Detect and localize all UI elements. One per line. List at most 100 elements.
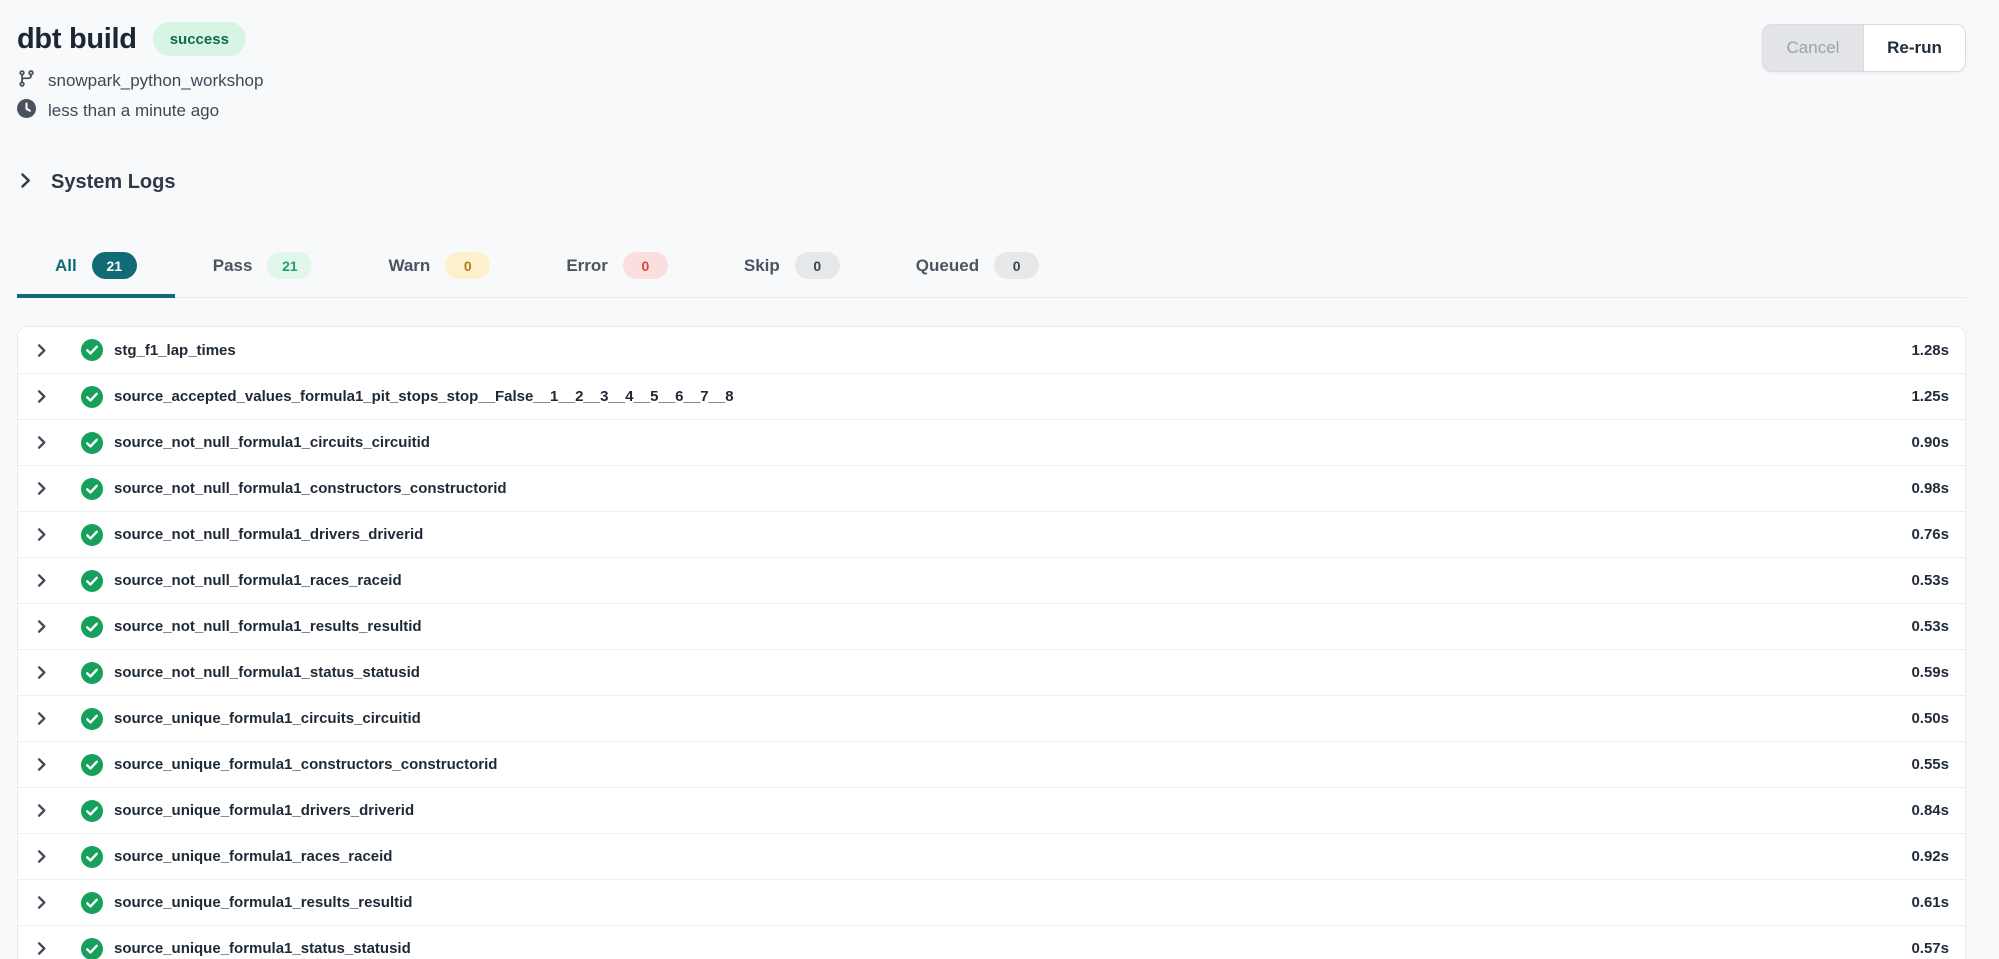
rerun-button[interactable]: Re-run — [1864, 25, 1965, 71]
run-actions: Cancel Re-run — [1762, 24, 1966, 72]
chevron-right-icon[interactable] — [34, 573, 54, 588]
chevron-right-icon[interactable] — [34, 481, 54, 496]
tabs: All 21 Pass 21 Warn 0 Error 0 Skip 0 Que… — [17, 246, 1966, 298]
run-meta: snowpark_python_workshop less than a min… — [17, 69, 263, 123]
time-row: less than a minute ago — [17, 99, 263, 123]
tab-count-badge: 0 — [795, 252, 840, 279]
system-logs-label: System Logs — [51, 171, 175, 194]
tab-count-badge: 0 — [994, 252, 1039, 279]
row-name: source_unique_formula1_circuits_circuiti… — [114, 710, 421, 727]
result-row[interactable]: source_unique_formula1_drivers_driverid … — [18, 787, 1965, 833]
tab-label: Warn — [388, 256, 430, 276]
success-check-icon — [81, 339, 103, 361]
result-row[interactable]: source_unique_formula1_results_resultid … — [18, 879, 1965, 925]
tab-error[interactable]: Error 0 — [528, 246, 706, 298]
result-row[interactable]: source_unique_formula1_races_raceid 0.92… — [18, 833, 1965, 879]
chevron-right-icon[interactable] — [34, 803, 54, 818]
chevron-right-icon[interactable] — [34, 757, 54, 772]
chevron-right-icon[interactable] — [34, 527, 54, 542]
tab-label: Queued — [916, 256, 979, 276]
row-name: source_not_null_formula1_races_raceid — [114, 572, 402, 589]
row-duration: 1.28s — [1911, 342, 1949, 359]
result-row[interactable]: source_not_null_formula1_circuits_circui… — [18, 419, 1965, 465]
success-check-icon — [81, 478, 103, 500]
result-row[interactable]: source_not_null_formula1_constructors_co… — [18, 465, 1965, 511]
success-check-icon — [81, 892, 103, 914]
result-row[interactable]: source_unique_formula1_constructors_cons… — [18, 741, 1965, 787]
row-duration: 0.55s — [1911, 756, 1949, 773]
chevron-right-icon[interactable] — [34, 665, 54, 680]
row-duration: 0.92s — [1911, 848, 1949, 865]
git-branch-icon — [17, 69, 36, 93]
row-duration: 0.90s — [1911, 434, 1949, 451]
row-duration: 0.53s — [1911, 572, 1949, 589]
row-name: source_not_null_formula1_status_statusid — [114, 664, 420, 681]
tab-label: All — [55, 256, 77, 276]
chevron-right-icon[interactable] — [34, 435, 54, 450]
row-name: source_not_null_formula1_drivers_driveri… — [114, 526, 423, 543]
chevron-right-icon[interactable] — [34, 895, 54, 910]
row-name: source_accepted_values_formula1_pit_stop… — [114, 388, 734, 405]
row-name: source_not_null_formula1_circuits_circui… — [114, 434, 430, 451]
chevron-right-icon[interactable] — [34, 619, 54, 634]
result-row[interactable]: source_unique_formula1_status_statusid 0… — [18, 925, 1965, 959]
tab-all[interactable]: All 21 — [17, 246, 175, 298]
success-check-icon — [81, 432, 103, 454]
branch-name: snowpark_python_workshop — [48, 71, 263, 91]
success-check-icon — [81, 616, 103, 638]
row-duration: 0.76s — [1911, 526, 1949, 543]
success-check-icon — [81, 938, 103, 959]
success-check-icon — [81, 524, 103, 546]
success-check-icon — [81, 846, 103, 868]
chevron-right-icon[interactable] — [34, 941, 54, 956]
success-check-icon — [81, 570, 103, 592]
success-check-icon — [81, 708, 103, 730]
success-check-icon — [81, 662, 103, 684]
result-row[interactable]: source_unique_formula1_circuits_circuiti… — [18, 695, 1965, 741]
row-name: source_unique_formula1_races_raceid — [114, 848, 392, 865]
clock-icon — [17, 99, 36, 123]
run-title-row: dbt build success — [17, 22, 263, 56]
result-row[interactable]: source_not_null_formula1_results_resulti… — [18, 603, 1965, 649]
results-list: stg_f1_lap_times 1.28s source_accepted_v… — [17, 326, 1966, 959]
run-detail-page: dbt build success snowpark_python_worksh… — [0, 0, 1999, 959]
cancel-button[interactable]: Cancel — [1763, 25, 1864, 71]
tab-pass[interactable]: Pass 21 — [175, 246, 351, 298]
system-logs-toggle[interactable]: System Logs — [17, 171, 175, 194]
branch-row: snowpark_python_workshop — [17, 69, 263, 93]
tab-label: Skip — [744, 256, 780, 276]
tab-count-badge: 0 — [623, 252, 668, 279]
result-row[interactable]: stg_f1_lap_times 1.28s — [18, 327, 1965, 373]
run-header: dbt build success snowpark_python_worksh… — [17, 22, 1966, 123]
tab-label: Error — [566, 256, 608, 276]
chevron-right-icon[interactable] — [34, 849, 54, 864]
tab-count-badge: 21 — [267, 252, 312, 279]
chevron-right-icon[interactable] — [34, 389, 54, 404]
success-check-icon — [81, 800, 103, 822]
tab-skip[interactable]: Skip 0 — [706, 246, 878, 298]
page-title: dbt build — [17, 23, 137, 56]
run-header-left: dbt build success snowpark_python_worksh… — [17, 22, 263, 123]
row-name: source_unique_formula1_drivers_driverid — [114, 802, 414, 819]
row-name: source_not_null_formula1_constructors_co… — [114, 480, 507, 497]
success-check-icon — [81, 386, 103, 408]
row-duration: 1.25s — [1911, 388, 1949, 405]
tab-count-badge: 21 — [92, 252, 137, 279]
chevron-right-icon[interactable] — [34, 343, 54, 358]
tab-warn[interactable]: Warn 0 — [350, 246, 528, 298]
row-duration: 0.57s — [1911, 940, 1949, 957]
tab-count-badge: 0 — [445, 252, 490, 279]
last-run-time: less than a minute ago — [48, 101, 219, 121]
result-row[interactable]: source_accepted_values_formula1_pit_stop… — [18, 373, 1965, 419]
success-check-icon — [81, 754, 103, 776]
row-duration: 0.84s — [1911, 802, 1949, 819]
result-row[interactable]: source_not_null_formula1_drivers_driveri… — [18, 511, 1965, 557]
status-badge: success — [153, 22, 246, 56]
result-row[interactable]: source_not_null_formula1_races_raceid 0.… — [18, 557, 1965, 603]
row-name: stg_f1_lap_times — [114, 342, 236, 359]
tab-queued[interactable]: Queued 0 — [878, 246, 1077, 298]
row-name: source_not_null_formula1_results_resulti… — [114, 618, 422, 635]
row-duration: 0.98s — [1911, 480, 1949, 497]
result-row[interactable]: source_not_null_formula1_status_statusid… — [18, 649, 1965, 695]
chevron-right-icon[interactable] — [34, 711, 54, 726]
